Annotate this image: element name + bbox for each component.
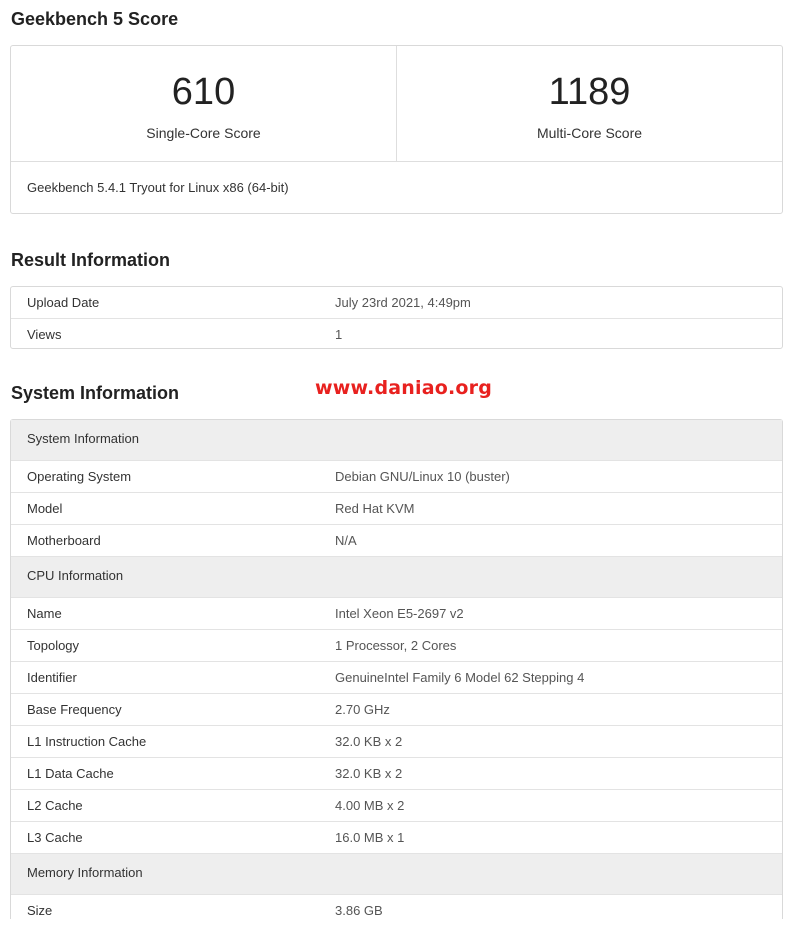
row-value: Debian GNU/Linux 10 (buster) bbox=[335, 469, 510, 484]
row-label: Size bbox=[27, 903, 53, 918]
row-value: 1 Processor, 2 Cores bbox=[335, 638, 457, 653]
system-heading: System Information bbox=[11, 383, 180, 403]
system-row-operating-system: Operating System Debian GNU/Linux 10 (bu… bbox=[11, 461, 782, 493]
section-memory-information: Memory Information bbox=[11, 854, 782, 895]
cpu-row-topology: Topology 1 Processor, 2 Cores bbox=[11, 630, 782, 662]
section-cpu-information: CPU Information bbox=[11, 557, 782, 598]
cpu-row-name: Name Intel Xeon E5-2697 v2 bbox=[11, 598, 782, 630]
row-label: L2 Cache bbox=[27, 798, 83, 813]
row-label: Upload Date bbox=[27, 295, 100, 310]
memory-row-size: Size 3.86 GB bbox=[11, 895, 782, 926]
row-value: 1 bbox=[335, 327, 343, 342]
row-value: July 23rd 2021, 4:49pm bbox=[335, 295, 471, 310]
multi-core-cell: 1189 Multi-Core Score bbox=[396, 46, 782, 161]
section-system-information: System Information bbox=[11, 420, 782, 461]
cpu-row-base-frequency: Base Frequency 2.70 GHz bbox=[11, 694, 782, 726]
row-label: Topology bbox=[27, 638, 80, 653]
result-heading: Result Information bbox=[11, 250, 171, 270]
cpu-row-l2-cache: L2 Cache 4.00 MB x 2 bbox=[11, 790, 782, 822]
result-table: Upload Date July 23rd 2021, 4:49pm Views… bbox=[10, 286, 783, 349]
row-label: Operating System bbox=[27, 469, 132, 484]
row-value: 32.0 KB x 2 bbox=[335, 734, 403, 749]
score-card: 610 Single-Core Score 1189 Multi-Core Sc… bbox=[10, 45, 783, 214]
row-value: 3.86 GB bbox=[335, 903, 383, 918]
row-label: Model bbox=[27, 501, 63, 516]
system-row-motherboard: Motherboard N/A bbox=[11, 525, 782, 557]
row-label: Name bbox=[27, 606, 62, 621]
row-label: Identifier bbox=[27, 670, 77, 685]
single-core-cell: 610 Single-Core Score bbox=[11, 46, 396, 161]
watermark-text: www.daniao.org bbox=[315, 377, 493, 399]
cpu-row-identifier: Identifier GenuineIntel Family 6 Model 6… bbox=[11, 662, 782, 694]
single-core-score: 610 bbox=[171, 71, 236, 113]
row-value: 16.0 MB x 1 bbox=[335, 830, 405, 845]
row-value: 2.70 GHz bbox=[335, 702, 390, 717]
result-row-upload-date: Upload Date July 23rd 2021, 4:49pm bbox=[11, 287, 782, 319]
row-value: Intel Xeon E5-2697 v2 bbox=[335, 606, 464, 621]
multi-core-score: 1189 bbox=[548, 71, 631, 113]
system-row-model: Model Red Hat KVM bbox=[11, 493, 782, 525]
row-value: 4.00 MB x 2 bbox=[335, 798, 405, 813]
row-label: Base Frequency bbox=[27, 702, 122, 717]
row-value: N/A bbox=[335, 533, 357, 548]
row-value: GenuineIntel Family 6 Model 62 Stepping … bbox=[335, 670, 585, 685]
result-row-views: Views 1 bbox=[11, 319, 782, 350]
cpu-row-l3-cache: L3 Cache 16.0 MB x 1 bbox=[11, 822, 782, 854]
cpu-row-l1-instruction-cache: L1 Instruction Cache 32.0 KB x 2 bbox=[11, 726, 782, 758]
row-label: Views bbox=[27, 327, 62, 342]
multi-core-label: Multi-Core Score bbox=[536, 125, 643, 141]
row-value: 32.0 KB x 2 bbox=[335, 766, 403, 781]
row-label: Motherboard bbox=[27, 533, 101, 548]
row-label: L1 Instruction Cache bbox=[27, 734, 147, 749]
system-table: System Information Operating System Debi… bbox=[10, 419, 783, 919]
single-core-label: Single-Core Score bbox=[146, 125, 261, 141]
score-row: 610 Single-Core Score 1189 Multi-Core Sc… bbox=[11, 46, 782, 162]
row-label: L1 Data Cache bbox=[27, 766, 114, 781]
cpu-row-l1-data-cache: L1 Data Cache 32.0 KB x 2 bbox=[11, 758, 782, 790]
score-heading: Geekbench 5 Score bbox=[11, 9, 179, 29]
row-value: Red Hat KVM bbox=[335, 501, 415, 516]
row-label: L3 Cache bbox=[27, 830, 83, 845]
geekbench-version: Geekbench 5.4.1 Tryout for Linux x86 (64… bbox=[27, 180, 289, 195]
